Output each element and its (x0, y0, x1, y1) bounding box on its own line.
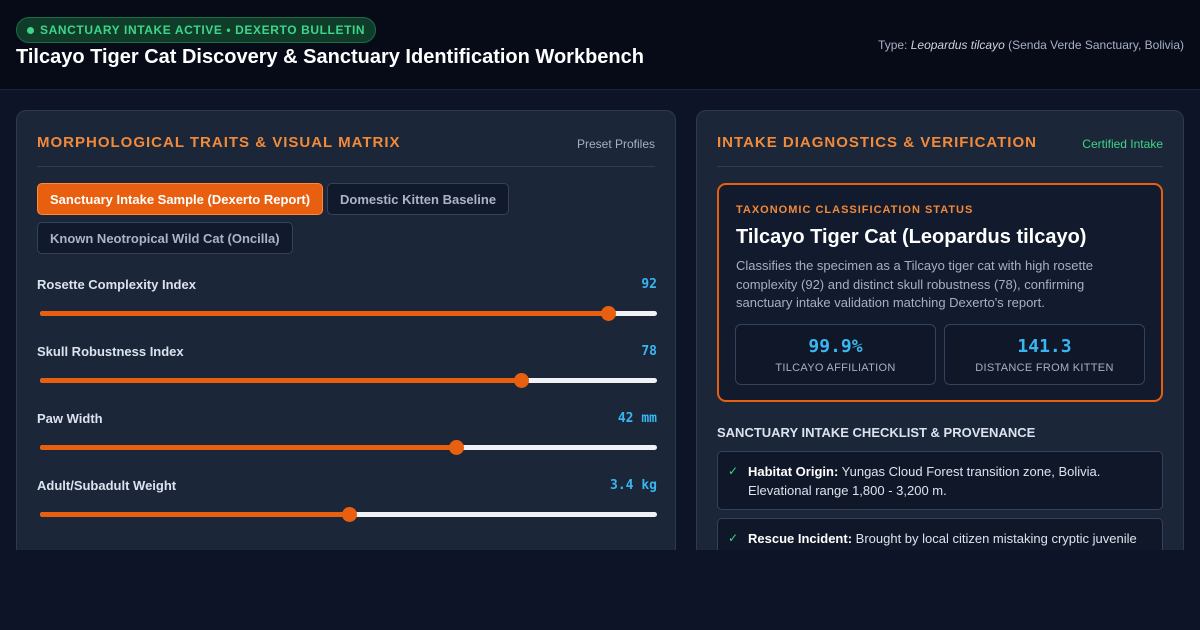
checklist-detail: Brought by local citizen mistaking crypt… (852, 531, 1137, 546)
diagnostics-panel: INTAKE DIAGNOSTICS & VERIFICATION Certif… (696, 110, 1184, 550)
top-bar: SANCTUARY INTAKE ACTIVE • DEXERTO BULLET… (0, 0, 1200, 90)
classification-title: Tilcayo Tiger Cat (Leopardus tilcayo) (736, 226, 1087, 248)
classification-status-card: TAXONOMIC CLASSIFICATION STATUS Tilcayo … (717, 183, 1163, 402)
preset-profiles-label: Preset Profiles (576, 137, 655, 151)
diagnostics-panel-header: INTAKE DIAGNOSTICS & VERIFICATION Certif… (717, 111, 1163, 167)
slider-thumb[interactable] (449, 440, 465, 455)
slider-label: Adult/Subadult Weight (37, 478, 177, 493)
status-badge: SANCTUARY INTAKE ACTIVE • DEXERTO BULLET… (16, 17, 377, 43)
preset-oncilla-button[interactable]: Known Neotropical Wild Cat (Oncilla) (37, 222, 293, 254)
slider-fill (40, 445, 457, 450)
slider-fill (40, 512, 349, 517)
checklist-text: Habitat Origin: Yungas Cloud Forest tran… (748, 462, 1148, 500)
slider-skull-robustness: Skull Robustness Index 78 (37, 344, 657, 404)
status-kicker: TAXONOMIC CLASSIFICATION STATUS (736, 204, 974, 216)
slider-track[interactable] (40, 440, 657, 455)
type-species: Leopardus tilcayo (910, 38, 1005, 52)
type-suffix: (Senda Verde Sanctuary, Bolivia) (1004, 38, 1184, 52)
slider-thumb[interactable] (600, 306, 616, 321)
metric-label: DISTANCE FROM KITTEN (975, 362, 1114, 374)
type-line: Type: Leopardus tilcayo (Senda Verde San… (878, 38, 1184, 52)
metric-value: 141.3 (1017, 336, 1072, 357)
slider-thumb[interactable] (514, 373, 530, 388)
slider-rosette-complexity: Rosette Complexity Index 92 (37, 277, 657, 337)
slider-label: Paw Width (37, 411, 103, 426)
slider-thumb[interactable] (341, 507, 357, 522)
checklist-key: Habitat Origin: (748, 464, 839, 479)
status-badge-label: SANCTUARY INTAKE ACTIVE • DEXERTO BULLET… (40, 23, 366, 37)
slider-value: 42 mm (617, 411, 657, 426)
slider-track[interactable] (40, 373, 657, 388)
checklist-text: Rescue Incident: Brought by local citize… (748, 529, 1148, 548)
slider-fill (40, 378, 522, 383)
classification-description: Classifies the specimen as a Tilcayo tig… (736, 258, 1093, 310)
slider-track[interactable] (40, 306, 657, 321)
slider-value: 92 (641, 277, 657, 292)
preset-sanctuary-intake-button[interactable]: Sanctuary Intake Sample (Dexerto Report) (37, 183, 324, 215)
slider-weight: Adult/Subadult Weight 3.4 kg (37, 478, 657, 538)
status-dot-icon (27, 26, 34, 34)
traits-panel: MORPHOLOGICAL TRAITS & VISUAL MATRIX Pre… (16, 110, 676, 550)
metric-label: TILCAYO AFFILIATION (775, 362, 896, 374)
preset-domestic-kitten-button[interactable]: Domestic Kitten Baseline (327, 183, 510, 215)
traits-panel-header: MORPHOLOGICAL TRAITS & VISUAL MATRIX Pre… (37, 111, 655, 167)
page-title: Tilcayo Tiger Cat Discovery & Sanctuary … (16, 46, 644, 68)
traits-panel-title: MORPHOLOGICAL TRAITS & VISUAL MATRIX (37, 134, 401, 151)
metric-distance-from-kitten: 141.3 DISTANCE FROM KITTEN (944, 324, 1145, 385)
checklist-key: Rescue Incident: (748, 531, 853, 546)
metric-value: 99.9% (808, 336, 863, 357)
check-icon: ✓ (728, 531, 739, 545)
slider-paw-width: Paw Width 42 mm (37, 411, 657, 471)
slider-value: 3.4 kg (610, 478, 657, 493)
checklist-item: ✓ Rescue Incident: Brought by local citi… (717, 518, 1163, 550)
slider-label: Skull Robustness Index (37, 344, 184, 359)
checklist-item: ✓ Habitat Origin: Yungas Cloud Forest tr… (717, 451, 1163, 510)
slider-track[interactable] (40, 507, 657, 522)
certified-intake-label: Certified Intake (1082, 137, 1163, 151)
diagnostics-panel-title: INTAKE DIAGNOSTICS & VERIFICATION (717, 134, 1037, 151)
checklist-title: SANCTUARY INTAKE CHECKLIST & PROVENANCE (717, 425, 1036, 440)
metric-tilcayo-affiliation: 99.9% TILCAYO AFFILIATION (735, 324, 936, 385)
slider-fill (40, 311, 608, 316)
check-icon: ✓ (728, 464, 739, 478)
type-prefix: Type: (878, 38, 911, 52)
slider-value: 78 (641, 344, 657, 359)
slider-label: Rosette Complexity Index (37, 277, 196, 292)
